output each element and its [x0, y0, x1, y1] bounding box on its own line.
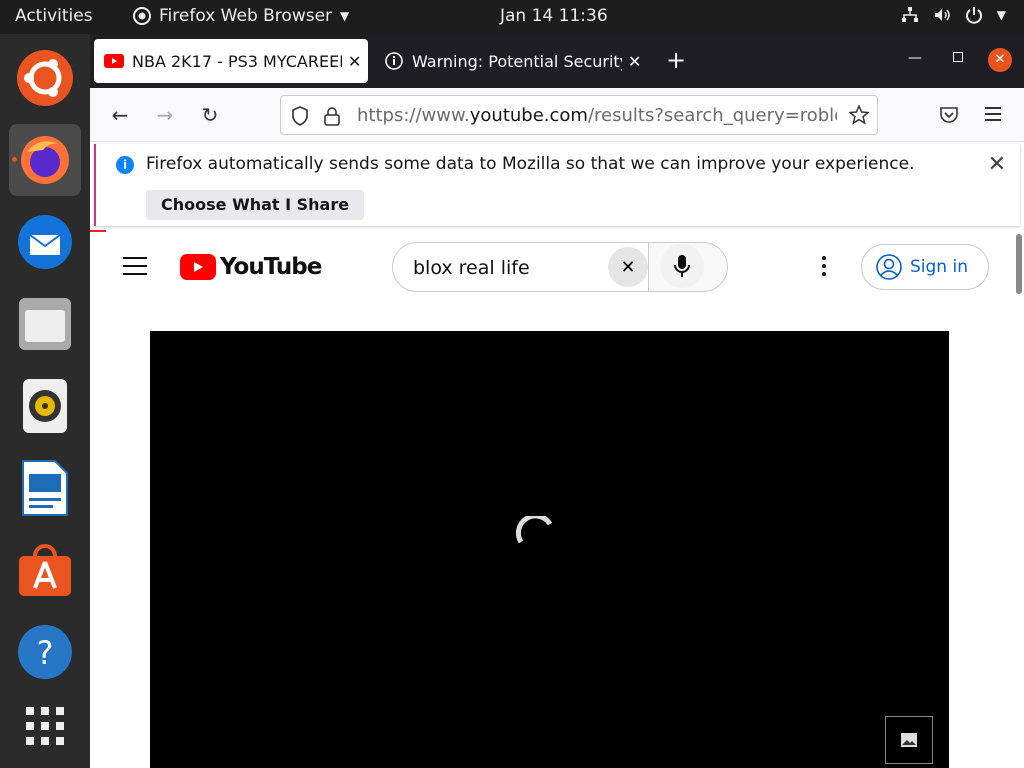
- tab-title: NBA 2K17 - PS3 MYCAREER: [132, 51, 342, 71]
- activities-button[interactable]: Activities: [15, 6, 93, 26]
- reload-icon[interactable]: ↻: [195, 100, 225, 130]
- close-tab-icon[interactable]: ✕: [628, 52, 641, 71]
- app-center-dock-icon[interactable]: [9, 534, 81, 606]
- url-path: /results?search_query=roblo: [587, 105, 837, 126]
- system-menu[interactable]: ▼: [901, 6, 1006, 24]
- account-icon: [876, 254, 902, 280]
- folder-icon: [19, 298, 71, 350]
- clear-search-icon[interactable]: ✕: [608, 247, 648, 287]
- chevron-down-icon: ▼: [996, 8, 1006, 22]
- close-tab-icon[interactable]: ✕: [348, 52, 361, 71]
- url-bar[interactable]: https://www.youtube.com/results?search_q…: [280, 95, 878, 135]
- hamburger-menu-icon[interactable]: [123, 257, 147, 281]
- app-name: Firefox Web Browser: [159, 6, 333, 26]
- navigation-toolbar: ← → ↻ https://www.youtube.com/results?se…: [90, 88, 1024, 142]
- help-icon: ?: [18, 625, 72, 679]
- grid-icon: [26, 707, 64, 745]
- firefox-icon: [21, 136, 69, 184]
- volume-icon: [934, 9, 950, 21]
- firefox-dock-icon[interactable]: [9, 124, 81, 196]
- youtube-header: YouTube blox real life ✕ Sign in: [90, 232, 1024, 302]
- youtube-favicon-icon: [104, 54, 124, 68]
- youtube-logo[interactable]: YouTube: [180, 254, 322, 280]
- info-icon: [385, 52, 403, 70]
- search-query: blox real life: [413, 257, 530, 279]
- youtube-wordmark: YouTube: [220, 254, 322, 280]
- browser-window: NBA 2K17 - PS3 MYCAREER ✕ Warning: Poten…: [90, 34, 1024, 768]
- ubuntu-dock-icon[interactable]: [9, 42, 81, 114]
- choose-what-i-share-button[interactable]: Choose What I Share: [146, 190, 365, 220]
- sign-in-button[interactable]: Sign in: [861, 244, 989, 290]
- forward-arrow-icon[interactable]: →: [150, 100, 180, 130]
- url-prefix: https://www.: [357, 105, 470, 126]
- notification-message: Firefox automatically sends some data to…: [146, 154, 915, 174]
- restore-icon[interactable]: [953, 52, 963, 62]
- voice-search-button[interactable]: [660, 244, 704, 288]
- data-collection-notification: i Firefox automatically sends some data …: [94, 144, 1020, 226]
- running-indicator: [12, 157, 17, 162]
- lock-icon: [324, 107, 340, 126]
- video-player[interactable]: [150, 331, 949, 768]
- shopping-bag-icon: [19, 544, 71, 596]
- microphone-icon: [674, 255, 690, 277]
- clock[interactable]: Jan 14 11:36: [500, 6, 608, 26]
- sign-in-label: Sign in: [910, 257, 968, 277]
- scrollbar[interactable]: [1016, 234, 1022, 294]
- back-arrow-icon[interactable]: ←: [105, 100, 135, 130]
- info-icon: i: [116, 156, 134, 174]
- youtube-page: YouTube blox real life ✕ Sign in: [90, 232, 1024, 768]
- tab-strip: NBA 2K17 - PS3 MYCAREER ✕ Warning: Poten…: [90, 34, 1024, 88]
- document-icon: [22, 460, 68, 516]
- close-icon[interactable]: ✕: [988, 152, 1006, 177]
- more-options-icon[interactable]: [822, 256, 828, 280]
- menu-icon[interactable]: [985, 107, 1001, 121]
- system-top-bar: Activities Firefox Web Browser ▼ Jan 14 …: [0, 0, 1024, 34]
- search-input[interactable]: blox real life ✕: [392, 242, 648, 292]
- svg-text:?: ?: [37, 634, 54, 672]
- chevron-down-icon: ▼: [340, 9, 350, 23]
- pocket-icon[interactable]: [939, 105, 959, 125]
- url-text: https://www.youtube.com/results?search_q…: [357, 105, 837, 126]
- speaker-icon: [23, 379, 67, 433]
- new-tab-icon[interactable]: +: [666, 46, 686, 74]
- dock: ?: [0, 34, 90, 768]
- network-icon: [901, 7, 918, 22]
- show-apps-button[interactable]: [9, 690, 81, 762]
- firefox-small-icon: [133, 7, 151, 25]
- help-dock-icon[interactable]: ?: [9, 616, 81, 688]
- tab-security-warning[interactable]: Warning: Potential Security Risk ✕: [374, 39, 644, 83]
- rhythmbox-dock-icon[interactable]: [9, 370, 81, 442]
- close-window-button[interactable]: ✕: [988, 48, 1012, 72]
- thunderbird-icon: [18, 215, 72, 269]
- minimize-icon[interactable]: —: [908, 50, 922, 66]
- loading-spinner-icon: [515, 516, 553, 544]
- image-placeholder-icon: [885, 716, 933, 764]
- thunderbird-dock-icon[interactable]: [9, 206, 81, 278]
- tab-title: Warning: Potential Security Risk: [412, 51, 622, 71]
- ubuntu-logo-icon: [17, 50, 73, 106]
- star-icon[interactable]: [849, 105, 869, 125]
- tab-nba2k17[interactable]: NBA 2K17 - PS3 MYCAREER ✕: [94, 39, 368, 83]
- url-domain: youtube.com: [469, 105, 588, 126]
- writer-dock-icon[interactable]: [9, 452, 81, 524]
- app-menu[interactable]: Firefox Web Browser ▼: [133, 6, 349, 26]
- shield-icon: [292, 106, 308, 126]
- youtube-play-icon: [180, 254, 216, 280]
- files-dock-icon[interactable]: [9, 288, 81, 360]
- power-icon: [965, 7, 982, 24]
